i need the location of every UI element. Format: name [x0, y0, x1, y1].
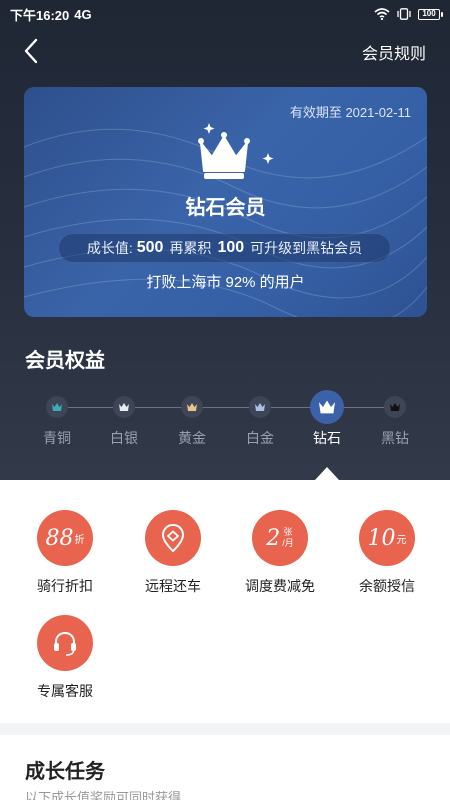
benefit-remote-return[interactable]: 远程还车	[118, 510, 228, 596]
benefit-dedicated-service[interactable]: 专属客服	[10, 615, 120, 701]
level-selector: 青铜 白银 黄金 白金 钻石 黑钻	[25, 390, 430, 450]
credit-icon: 10 元	[359, 510, 415, 566]
coupon-count: 2	[266, 525, 281, 551]
benefit-dispatch-fee-waiver[interactable]: 2 张 /月 调度费减免	[225, 510, 335, 596]
discount-icon: 88 折	[37, 510, 93, 566]
crown-icon	[175, 117, 294, 179]
growth-label: 成长值:	[86, 240, 133, 256]
battery-icon: 100	[418, 8, 443, 20]
level-diamond[interactable]: 钻石	[297, 390, 357, 448]
status-network: 4G	[74, 6, 92, 22]
headset-icon	[37, 615, 93, 671]
wifi-icon	[374, 8, 390, 20]
level-silver[interactable]: 白银	[94, 390, 154, 448]
growth-tasks-subtitle: 以下成长值奖励可同时获得	[25, 790, 182, 800]
benefit-label: 远程还车	[145, 578, 201, 594]
discount-unit: 折	[74, 534, 85, 546]
status-icons: 100	[374, 8, 443, 20]
discount-value: 88	[45, 525, 74, 551]
more-value: 100	[217, 239, 245, 256]
level-label: 黑钻	[381, 430, 409, 446]
benefit-ride-discount[interactable]: 88 折 骑行折扣	[10, 510, 120, 596]
silver-crown-icon	[113, 396, 135, 418]
coupon-period: /月	[282, 538, 294, 548]
active-level-pointer	[315, 467, 339, 480]
status-time: 下午16:20	[10, 7, 70, 23]
credit-value: 10	[367, 525, 396, 551]
upgrade-text: 可升级到黑钻会员	[250, 240, 363, 256]
diamond-crown-icon	[310, 390, 344, 424]
member-rules-link[interactable]: 会员规则	[362, 40, 426, 64]
chevron-left-icon	[24, 38, 38, 64]
validity-date: 有效期至 2021-02-11	[289, 105, 411, 120]
section-divider	[0, 723, 450, 735]
benefit-label: 专属客服	[37, 683, 93, 699]
black-diamond-crown-icon	[384, 396, 406, 418]
benefits-section-title: 会员权益	[25, 350, 105, 372]
more-label: 再累积	[169, 240, 212, 256]
platinum-crown-icon	[249, 396, 271, 418]
beat-ranking: 打败上海市 92% 的用户	[146, 274, 305, 291]
growth-tasks-title: 成长任务	[25, 761, 105, 783]
member-level-name: 钻石会员	[185, 197, 266, 219]
coupon-icon: 2 张 /月	[252, 510, 308, 566]
level-black-diamond[interactable]: 黑钻	[365, 390, 425, 448]
benefit-label: 调度费减免	[245, 578, 315, 594]
level-label: 白金	[246, 430, 274, 446]
growth-value: 500	[136, 239, 164, 256]
level-label: 黄金	[178, 430, 206, 446]
bronze-crown-icon	[46, 396, 68, 418]
map-pin-icon	[145, 510, 201, 566]
coupon-unit: 张	[283, 527, 293, 537]
vibrate-icon	[397, 8, 411, 20]
level-bronze[interactable]: 青铜	[27, 390, 87, 448]
level-label: 钻石	[313, 430, 341, 446]
benefit-label: 余额授信	[359, 578, 415, 594]
level-platinum[interactable]: 白金	[230, 390, 290, 448]
credit-unit: 元	[396, 534, 407, 546]
status-bar: 下午16:20 4G 100	[0, 0, 450, 28]
benefits-grid: 88 折 骑行折扣 远程还车 2 张 /月 调度费减免 10 元 余额授信 专属…	[0, 480, 450, 723]
gold-crown-icon	[181, 396, 203, 418]
level-label: 白银	[110, 430, 138, 446]
nav-bar: 会员规则	[0, 30, 450, 72]
growth-progress: 成长值: 500 再累积 100 可升级到黑钻会员	[58, 233, 391, 263]
level-label: 青铜	[43, 430, 71, 446]
membership-card: 有效期至 2021-02-11 钻石会员 成长值: 500 再累积 100 可升…	[24, 87, 427, 317]
benefit-label: 骑行折扣	[37, 578, 93, 594]
level-gold[interactable]: 黄金	[162, 390, 222, 448]
back-button[interactable]	[18, 38, 44, 64]
benefit-balance-credit[interactable]: 10 元 余额授信	[332, 510, 442, 596]
battery-level: 100	[422, 9, 436, 18]
